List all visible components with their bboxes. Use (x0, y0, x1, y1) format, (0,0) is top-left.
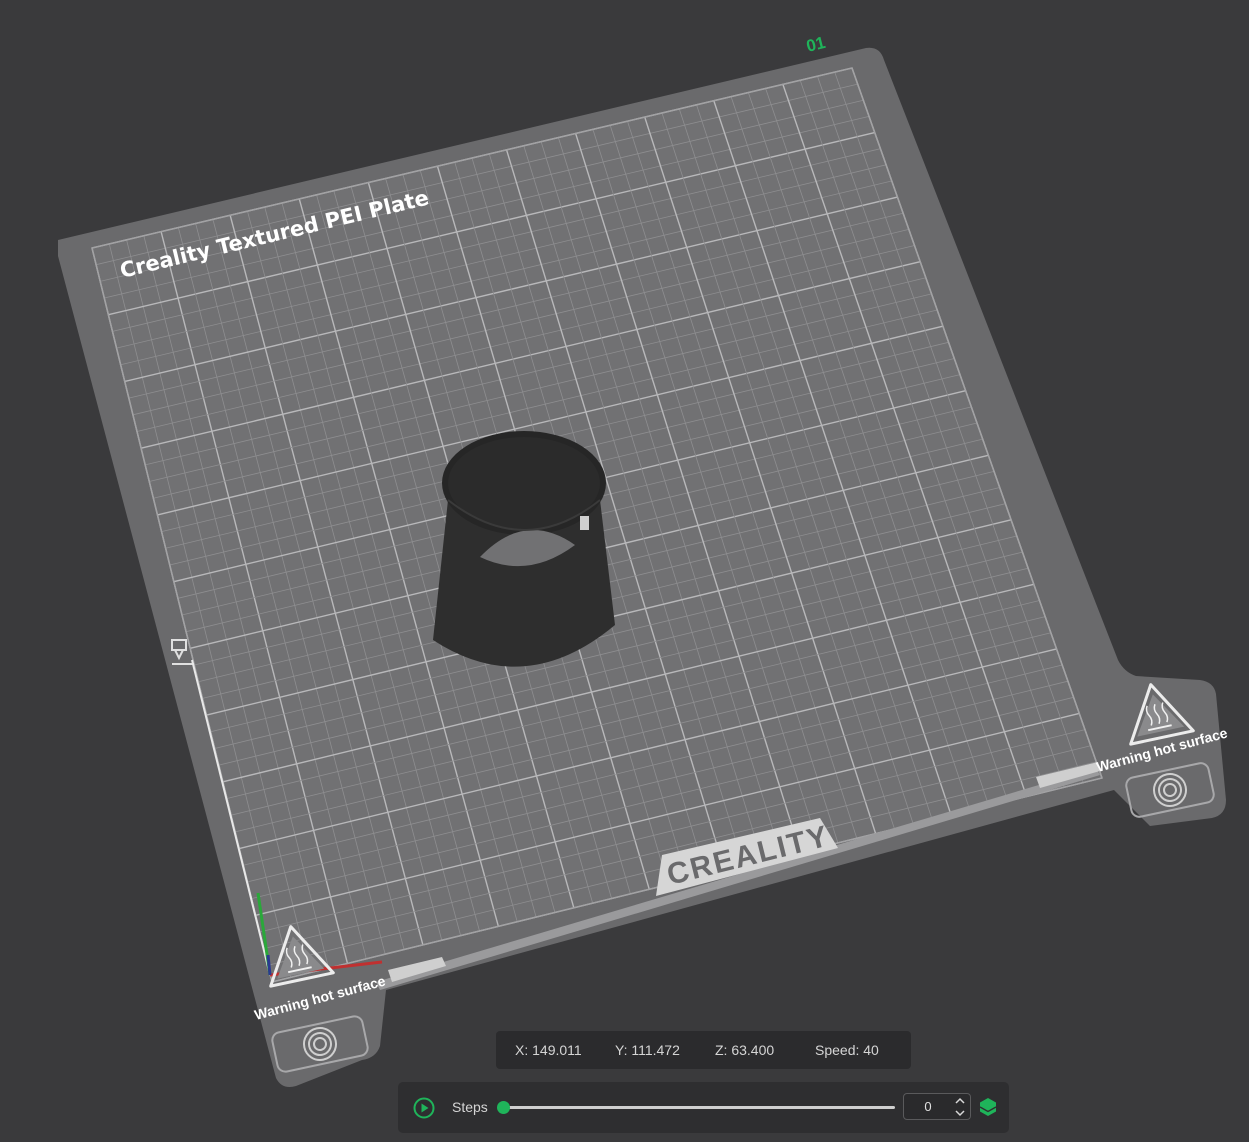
chevron-down-icon[interactable] (953, 1107, 967, 1119)
steps-slider-thumb[interactable] (497, 1101, 510, 1114)
position-readout: X: 149.011 Y: 111.472 Z: 63.400 Speed: 4… (496, 1031, 911, 1069)
build-plate-scene[interactable]: CREALITY Creality Textured PEI Plate 01 … (0, 0, 1249, 1142)
steps-label: Steps (452, 1099, 488, 1115)
step-spinbox[interactable] (903, 1093, 971, 1120)
axis-z (266, 954, 272, 976)
steps-toolbar: Steps (398, 1082, 1009, 1133)
speed-value: Speed: 40 (815, 1042, 879, 1058)
step-value-input[interactable] (904, 1094, 952, 1119)
layers-icon[interactable] (978, 1097, 998, 1117)
steps-slider[interactable] (497, 1101, 895, 1114)
printed-model[interactable] (433, 431, 615, 667)
chevron-up-icon[interactable] (953, 1095, 967, 1107)
play-circle-icon (413, 1097, 435, 1119)
y-coordinate: Y: 111.472 (615, 1042, 680, 1058)
3d-viewport[interactable]: CREALITY Creality Textured PEI Plate 01 … (0, 0, 1249, 1142)
z-coordinate: Z: 63.400 (715, 1042, 775, 1058)
x-coordinate: X: 149.011 (515, 1042, 582, 1058)
play-button[interactable] (413, 1097, 435, 1119)
plate-number: 01 (804, 33, 827, 56)
